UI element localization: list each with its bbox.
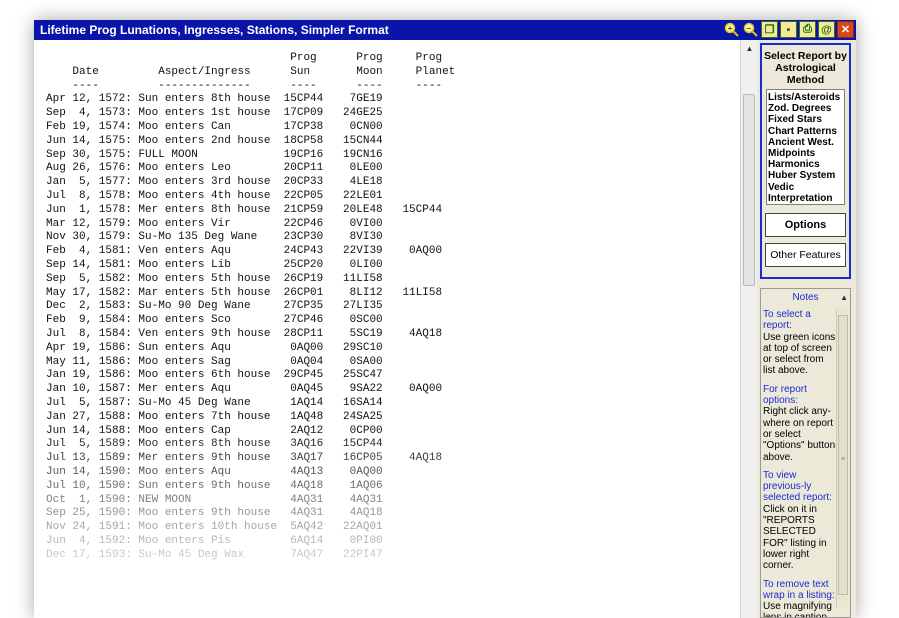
close-button[interactable]: ✕	[837, 21, 854, 38]
method-item[interactable]: Huber System	[768, 170, 843, 181]
report-line: Sep 25, 1590: Moo enters 9th house 4AQ31…	[46, 507, 383, 520]
report-line: Jan 5, 1577: Moo enters 3rd house 20CP33…	[46, 176, 383, 189]
report-line: Jun 14, 1588: Moo enters Cap 2AQ12 0CP00	[46, 424, 383, 437]
report-line: Nov 30, 1579: Su-Mo 135 Deg Wane 23CP30 …	[46, 231, 383, 244]
notes-scroll-up-icon[interactable]: ▲	[840, 293, 848, 302]
report-line: Sep 30, 1575: FULL MOON 19CP16 19CN16	[46, 148, 383, 161]
report-line: Jun 4, 1592: Moo enters Pis 6AQ14 0PI00	[46, 534, 383, 547]
report-line: Feb 19, 1574: Moo enters Can 17CP38 0CN0…	[46, 120, 383, 133]
report-line: Mar 12, 1579: Moo enters Vir 22CP46 0VI0…	[46, 217, 383, 230]
report-window: Lifetime Prog Lunations, Ingresses, Stat…	[34, 20, 856, 618]
notes-title: Notes	[792, 292, 819, 303]
report-line: Jul 8, 1584: Ven enters 9th house 28CP11…	[46, 327, 443, 340]
email-button[interactable]: @	[818, 21, 835, 38]
report-line: Dec 17, 1593: Su-Mo 45 Deg Wax 7AQ47 22P…	[46, 548, 383, 561]
report-line: May 11, 1586: Moo enters Sag 0AQ04 0SA00	[46, 355, 383, 368]
report-header-line: ---- -------------- ---- ---- ----	[46, 79, 443, 92]
method-item[interactable]: Interpretation	[768, 193, 843, 204]
report-line: Aug 26, 1576: Moo enters Leo 20CP11 0LE0…	[46, 162, 383, 175]
report-line: Jul 5, 1587: Su-Mo 45 Deg Wane 1AQ14 16S…	[46, 396, 383, 409]
notes-scrollbar[interactable]: ≡	[836, 309, 849, 609]
report-line: Jul 5, 1589: Moo enters 8th house 3AQ16 …	[46, 438, 383, 451]
zoom-in-icon[interactable]: +	[723, 21, 740, 38]
report-line: Feb 4, 1581: Ven enters Aqu 24CP43 22VI3…	[46, 245, 443, 258]
report-line: Sep 4, 1573: Moo enters 1st house 17CP09…	[46, 107, 383, 120]
report-line: Oct 1, 1590: NEW MOON 4AQ31 4AQ31	[46, 493, 383, 506]
title-bar-buttons: + − ❐ ▪ ⎙ @ ✕	[723, 21, 854, 39]
method-item[interactable]: Lists/Asteroids	[768, 92, 843, 103]
report-line: Jan 10, 1587: Mer enters Aqu 0AQ45 9SA22…	[46, 383, 443, 396]
title-bar: Lifetime Prog Lunations, Ingresses, Stat…	[34, 20, 856, 40]
notes-panel: Notes ▲ To select a report: Use green ico…	[760, 288, 851, 618]
report-line: Jan 19, 1586: Moo enters 6th house 29CP4…	[46, 369, 383, 382]
report-scrollbar[interactable]: ▲	[740, 40, 758, 618]
report-line: Jan 27, 1588: Moo enters 7th house 1AQ48…	[46, 410, 383, 423]
report-header-line: Date Aspect/Ingress Sun Moon Planet	[46, 65, 456, 78]
method-panel-title: Select Report by Astrological Method	[764, 50, 847, 86]
notes-scrollbar-thumb[interactable]: ≡	[838, 315, 848, 595]
note-text: Use green icons at top of screen or sele…	[763, 331, 836, 377]
scroll-up-arrow-icon[interactable]: ▲	[741, 42, 758, 56]
method-item[interactable]: Fixed Stars	[768, 114, 843, 125]
note-heading: To select a report:	[763, 309, 811, 332]
method-item[interactable]: Harmonics	[768, 159, 843, 170]
report-line: Dec 2, 1583: Su-Mo 90 Deg Wane 27CP35 27…	[46, 300, 383, 313]
report-method-panel: Select Report by Astrological Method Lis…	[760, 43, 851, 279]
svg-text:+: +	[727, 25, 733, 33]
note-heading: To remove text wrap in a listing:	[763, 578, 835, 601]
notes-body: To select a report: Use green icons at to…	[763, 309, 837, 618]
report-listing: Prog Prog Prog Date Aspect/Ingress Sun M…	[46, 52, 455, 562]
scrollbar-thumb[interactable]	[743, 94, 755, 286]
report-line: Jul 13, 1589: Mer enters 9th house 3AQ17…	[46, 452, 443, 465]
print-button[interactable]: ⎙	[799, 21, 816, 38]
report-header-line: Prog Prog Prog	[46, 52, 443, 64]
note-text: Right click any-where on report or selec…	[763, 406, 836, 463]
method-item[interactable]: Vedic	[768, 182, 843, 193]
report-line: Sep 5, 1582: Moo enters 5th house 26CP19…	[46, 272, 383, 285]
report-line: Jun 1, 1578: Mer enters 8th house 21CP59…	[46, 203, 443, 216]
report-line: Jun 14, 1575: Moo enters 2nd house 18CP5…	[46, 134, 383, 147]
options-button[interactable]: Options	[765, 213, 846, 237]
report-line: Jul 10, 1590: Sun enters 9th house 4AQ18…	[46, 479, 383, 492]
method-list[interactable]: Lists/Asteroids Zod. Degrees Fixed Stars Ch…	[766, 89, 845, 205]
report-line: May 17, 1582: Mar enters 5th house 26CP0…	[46, 286, 443, 299]
method-item[interactable]: Chart Patterns	[768, 126, 843, 137]
save-button[interactable]: ▪	[780, 21, 797, 38]
window-title: Lifetime Prog Lunations, Ingresses, Stat…	[40, 23, 389, 37]
method-item[interactable]: Ancient West.	[768, 137, 843, 148]
svg-text:−: −	[746, 25, 752, 33]
method-item[interactable]: Zod. Degrees	[768, 103, 843, 114]
grip-icon: ≡	[841, 456, 846, 463]
note-text: Click on it in "REPORTS SELECTED FOR" li…	[763, 503, 827, 572]
note-heading: To view previous-ly selected report:	[763, 469, 832, 504]
other-features-button[interactable]: Other Features	[765, 243, 846, 267]
report-line: Jul 8, 1578: Moo enters 4th house 22CP05…	[46, 189, 383, 202]
method-item[interactable]: Midpoints	[768, 148, 843, 159]
right-panel: Select Report by Astrological Method Lis…	[757, 40, 856, 618]
report-content[interactable]: Prog Prog Prog Date Aspect/Ingress Sun M…	[34, 40, 740, 618]
report-line: Feb 9, 1584: Moo enters Sco 27CP46 0SC00	[46, 314, 383, 327]
restore-window-button[interactable]: ❐	[761, 21, 778, 38]
report-line: Jun 14, 1590: Moo enters Aqu 4AQ13 0AQ00	[46, 465, 383, 478]
report-line: Nov 24, 1591: Moo enters 10th house 5AQ4…	[46, 521, 383, 534]
note-heading: For report options:	[763, 383, 807, 407]
report-line: Apr 12, 1572: Sun enters 8th house 15CP4…	[46, 93, 383, 106]
report-line: Apr 19, 1586: Sun enters Aqu 0AQ00 29SC1…	[46, 341, 383, 354]
zoom-out-icon[interactable]: −	[742, 21, 759, 38]
note-text: Use magnifying lens in caption area abov…	[763, 601, 832, 618]
report-line: Sep 14, 1581: Moo enters Lib 25CP20 0LI0…	[46, 258, 383, 271]
